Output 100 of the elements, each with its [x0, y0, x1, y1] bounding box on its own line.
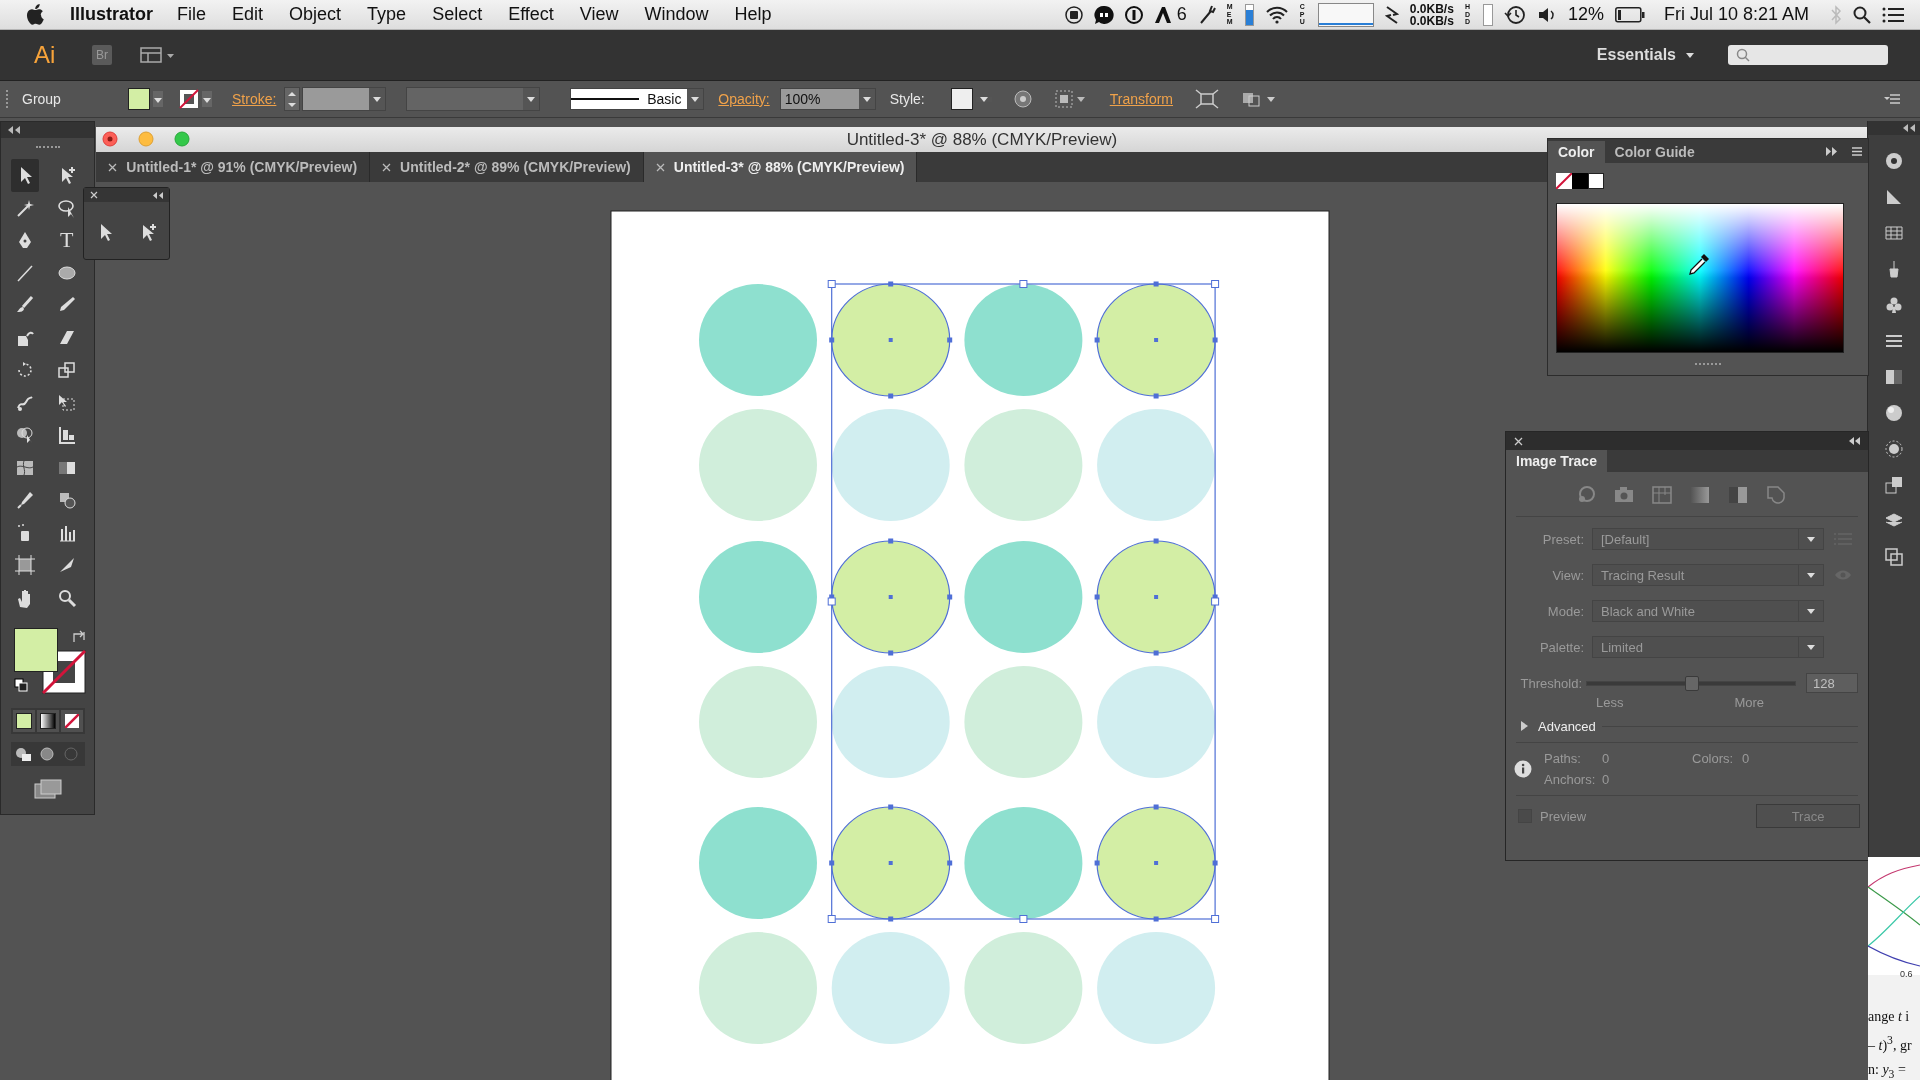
swatch[interactable] — [1572, 173, 1588, 189]
stat-value: 0 — [1742, 751, 1750, 766]
recolor-icon[interactable] — [1013, 90, 1032, 108]
fill-color-dropdown[interactable] — [128, 88, 163, 110]
selection-arrow-tool[interactable] — [10, 159, 39, 192]
screen-mode-icon[interactable] — [32, 778, 63, 800]
text-line: – t)$^{3}$, gr — [1868, 1033, 1912, 1055]
menu-item[interactable]: Type — [367, 4, 407, 25]
memory-meter-icon[interactable] — [1244, 3, 1254, 26]
menu-item[interactable]: Select — [432, 4, 483, 25]
panel-menu-icon[interactable] — [1884, 93, 1900, 105]
disk-meter-icon[interactable] — [1482, 3, 1493, 26]
field-label: Preset: — [1541, 531, 1585, 547]
color-spectrum[interactable] — [1556, 203, 1844, 353]
stat-value: 0 — [1602, 751, 1611, 766]
text-line: n: y$_{3}$ = — [1868, 1060, 1907, 1080]
stat-label: Anchors: — [1544, 772, 1597, 787]
window-title: Untitled-3* @ 88% (CMYK/Preview) — [846, 129, 1118, 150]
sun-icon[interactable] — [1883, 439, 1906, 459]
battery-percent: 12% — [1567, 4, 1604, 25]
close-icon[interactable] — [382, 162, 392, 172]
style-label: Style: — [889, 91, 925, 107]
volume-icon[interactable] — [1536, 5, 1557, 24]
panel-tab[interactable]: Color — [1548, 141, 1605, 163]
stroke-weight-spinner[interactable] — [284, 87, 301, 111]
record-icon[interactable] — [1064, 5, 1083, 24]
caret-icon — [1686, 52, 1694, 58]
fill-swatch[interactable] — [13, 628, 58, 672]
arrange-documents-icon[interactable] — [140, 46, 176, 64]
axis-tick-label: 0.6 — [1900, 969, 1913, 979]
download-rate: 0.0KB/s — [1409, 14, 1454, 27]
notification-list-icon[interactable] — [1882, 6, 1904, 23]
gradient-mode-button[interactable] — [36, 710, 59, 732]
swatch[interactable] — [1588, 173, 1604, 189]
caret-icon — [862, 96, 871, 102]
field-label: Mode: — [1546, 603, 1585, 619]
app-menu[interactable]: Illustrator — [70, 4, 153, 25]
close-icon[interactable] — [102, 131, 119, 147]
menu-item[interactable]: Help — [734, 4, 772, 25]
menu-item[interactable]: File — [177, 4, 207, 25]
clock-text[interactable]: Fri Jul 10 8:21 AM — [1663, 4, 1809, 25]
panel-tab[interactable]: Color Guide — [1604, 141, 1705, 163]
none-mode-button[interactable] — [60, 710, 83, 732]
type-tool[interactable]: T — [52, 224, 81, 257]
battery-icon[interactable] — [1614, 6, 1645, 23]
close-icon[interactable] — [108, 162, 118, 172]
field-label: View: — [1551, 567, 1585, 583]
collapse-icon[interactable] — [153, 191, 163, 199]
workspace-switcher[interactable]: Essentials — [1596, 46, 1694, 64]
isolate-icon[interactable] — [1195, 89, 1219, 109]
opacity-field[interactable]: 100% — [779, 88, 876, 110]
stat-label: Colors: — [1692, 751, 1735, 766]
document-tab[interactable]: Untitled-3* @ 88% (CMYK/Preview) — [643, 152, 918, 182]
expand-icon[interactable] — [1826, 146, 1838, 156]
cpu-graph-icon[interactable] — [1317, 2, 1374, 27]
stroke-link[interactable]: Stroke: — [232, 91, 277, 107]
menu-item[interactable]: Effect — [508, 4, 554, 25]
collapse-icon[interactable] — [1902, 124, 1916, 132]
text-line: ange t i — [1868, 1008, 1911, 1026]
collapse-icon[interactable] — [7, 126, 21, 134]
document-tab[interactable]: Untitled-2* @ 89% (CMYK/Preview) — [370, 152, 644, 182]
search-field[interactable] — [1728, 45, 1888, 65]
squares-icon[interactable] — [1883, 547, 1906, 567]
clock-icon[interactable] — [1503, 4, 1526, 25]
stroke-color-dropdown[interactable] — [179, 89, 212, 109]
eyedropper-cursor-icon — [1688, 253, 1710, 275]
default-colors-icon[interactable] — [13, 678, 28, 692]
caret-icon — [979, 96, 988, 102]
wrench-icon[interactable] — [1197, 4, 1216, 25]
field-label: Threshold: — [1519, 675, 1583, 691]
document-tab[interactable]: Untitled-1* @ 91% (CMYK/Preview) — [96, 152, 371, 182]
wifi-icon[interactable] — [1264, 5, 1289, 24]
stroke-weight-field[interactable] — [302, 87, 387, 111]
caret-icon — [373, 96, 382, 102]
menu-item[interactable]: View — [579, 4, 619, 25]
chat-bubble-icon[interactable] — [1093, 4, 1114, 25]
swap-icon[interactable] — [71, 630, 86, 644]
color-mode-button[interactable] — [12, 710, 35, 732]
apple-icon[interactable] — [26, 4, 44, 25]
sync-arrows-icon[interactable] — [1384, 4, 1399, 25]
brush-dropdown[interactable]: Basic — [570, 88, 705, 110]
opacity-link[interactable]: Opacity: — [718, 91, 770, 107]
menu-item[interactable]: Window — [644, 4, 709, 25]
search-icon[interactable] — [1853, 5, 1871, 24]
close-icon[interactable] — [90, 191, 98, 199]
info-icon — [1514, 760, 1532, 778]
disclosure-triangle-icon — [1520, 721, 1528, 731]
caret-icon — [1807, 536, 1815, 542]
caret-icon — [691, 96, 700, 102]
none-swatch[interactable] — [1556, 173, 1572, 189]
caret-icon — [154, 98, 162, 103]
caret-icon — [1807, 572, 1815, 578]
menu-item[interactable]: Object — [289, 4, 342, 25]
close-icon[interactable] — [655, 162, 665, 172]
update-count: 6 — [1176, 4, 1187, 25]
transform-link[interactable]: Transform — [1109, 91, 1173, 107]
shape-builder-icon — [14, 425, 35, 446]
scale-icon — [56, 360, 77, 381]
grid-icon[interactable] — [1883, 223, 1906, 243]
menu-item[interactable]: Edit — [232, 4, 264, 25]
